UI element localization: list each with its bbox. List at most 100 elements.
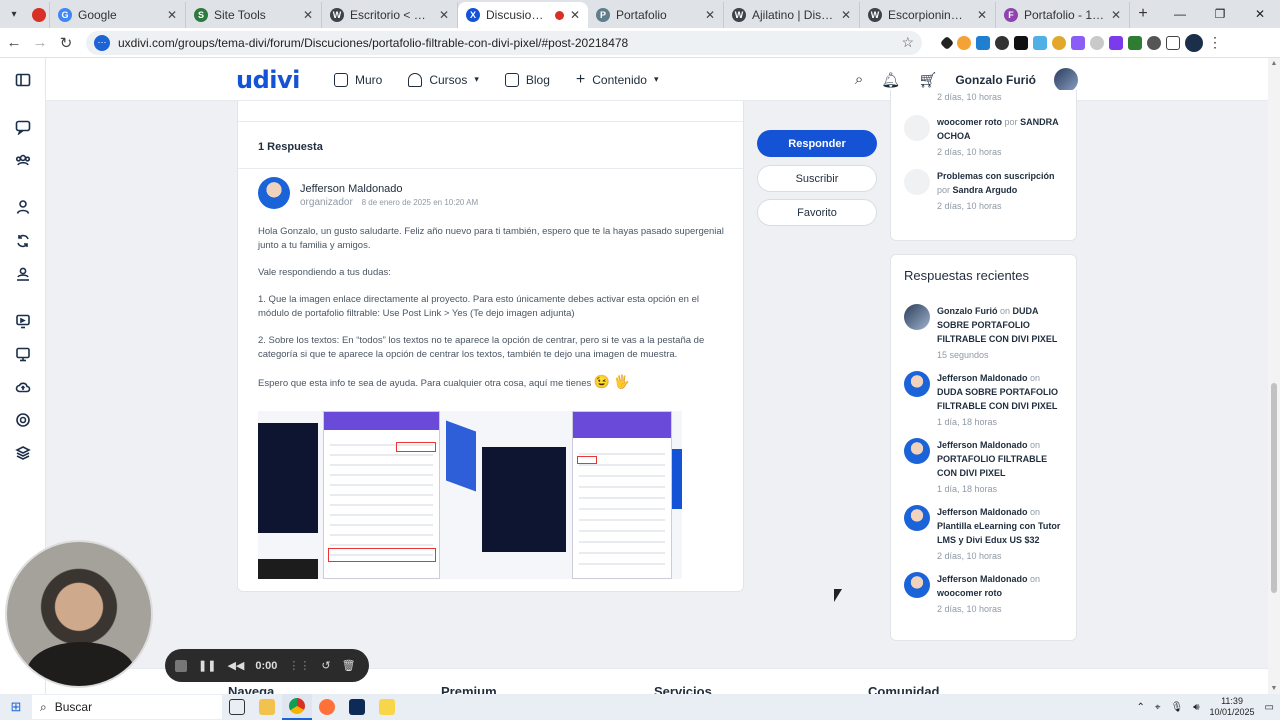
close-window-icon[interactable]: ✕ bbox=[1240, 0, 1280, 28]
task-view-icon[interactable] bbox=[222, 694, 252, 720]
windows-start-icon[interactable]: ⊞ bbox=[0, 699, 32, 715]
extension-icon[interactable] bbox=[1052, 35, 1066, 50]
tab-ajilatino[interactable]: W Ajilatino | Diseño web C ✕ bbox=[724, 2, 860, 28]
menu-item-blog[interactable]: Blog bbox=[504, 72, 550, 87]
close-icon[interactable]: ✕ bbox=[303, 8, 313, 22]
reply-topic[interactable]: DUDA SOBRE PORTAFOLIO FILTRABLE CON DIVI… bbox=[937, 387, 1058, 411]
author-avatar[interactable] bbox=[258, 177, 290, 209]
url-text[interactable]: uxdivi.com/groups/tema-divi/forum/Discuc… bbox=[118, 36, 901, 50]
scroll-down-icon[interactable]: ▼ bbox=[1268, 685, 1280, 692]
photoshop-icon[interactable] bbox=[342, 694, 372, 720]
user-name[interactable]: Gonzalo Furió bbox=[955, 73, 1036, 87]
extension-icon[interactable] bbox=[957, 35, 971, 50]
minimize-icon[interactable]: — bbox=[1160, 0, 1200, 28]
sync-icon[interactable] bbox=[14, 232, 32, 250]
close-icon[interactable]: ✕ bbox=[570, 8, 580, 22]
extension-icon[interactable] bbox=[1071, 35, 1085, 50]
tab-google[interactable]: G Google ✕ bbox=[50, 2, 186, 28]
cart-icon[interactable]: 🛒︎ bbox=[918, 71, 937, 89]
scroll-up-icon[interactable]: ▲ bbox=[1268, 60, 1280, 67]
attachment-settings-panel[interactable] bbox=[323, 411, 440, 579]
reply-author[interactable]: Gonzalo Furió bbox=[937, 306, 998, 316]
more-menu-icon[interactable]: ⋮ bbox=[1208, 34, 1222, 51]
attachment-thumb[interactable] bbox=[482, 447, 566, 552]
extension-icon[interactable] bbox=[1109, 35, 1123, 50]
subscribe-button[interactable]: Suscribir bbox=[757, 165, 877, 192]
bookmark-star-icon[interactable]: ☆ bbox=[901, 34, 914, 51]
extension-icon[interactable] bbox=[1128, 35, 1142, 50]
reply-topic[interactable]: Plantilla eLearning con Tutor LMS y Divi… bbox=[937, 521, 1060, 545]
attachment-thumb[interactable] bbox=[672, 449, 682, 509]
menu-item-cursos[interactable]: Cursos ▾ bbox=[408, 72, 479, 87]
close-icon[interactable]: ✕ bbox=[1111, 8, 1121, 22]
search-icon[interactable]: ⌕ bbox=[855, 71, 863, 88]
user-card-icon[interactable] bbox=[14, 265, 32, 283]
topic-title[interactable]: Problemas con suscripción bbox=[937, 171, 1055, 181]
close-icon[interactable]: ✕ bbox=[167, 8, 177, 22]
tab-site-tools[interactable]: S Site Tools ✕ bbox=[186, 2, 322, 28]
favorite-button[interactable]: Favorito bbox=[757, 199, 877, 226]
tab-escorpion[interactable]: W Escorpioninmobiliaria | D ✕ bbox=[860, 2, 996, 28]
puzzle-extensions-icon[interactable] bbox=[1166, 35, 1180, 50]
author-name[interactable]: Jefferson Maldonado bbox=[300, 183, 403, 195]
stop-record-icon[interactable] bbox=[175, 659, 187, 672]
cloud-upload-icon[interactable] bbox=[14, 378, 32, 396]
chevron-up-icon[interactable]: ⌃ bbox=[1136, 702, 1144, 713]
bell-icon[interactable]: 🔔︎ bbox=[881, 71, 900, 89]
site-info-icon[interactable]: ⋯ bbox=[94, 34, 110, 51]
menu-item-contenido[interactable]: + Contenido ▾ bbox=[576, 71, 659, 87]
address-bar[interactable]: ⋯ uxdivi.com/groups/tema-divi/forum/Disc… bbox=[86, 30, 922, 55]
attachment-thumb[interactable] bbox=[446, 420, 476, 492]
reply-author[interactable]: Jefferson Maldonado bbox=[937, 507, 1028, 517]
back-icon[interactable]: ← bbox=[2, 31, 26, 55]
layers-icon[interactable] bbox=[14, 444, 32, 462]
clock[interactable]: 11:39 10/01/2025 bbox=[1210, 696, 1255, 718]
rewind-icon[interactable]: ◀◀ bbox=[227, 659, 244, 672]
close-icon[interactable]: ✕ bbox=[977, 8, 987, 22]
tab-portafolio[interactable]: P Portafolio ✕ bbox=[588, 2, 724, 28]
menu-item-muro[interactable]: Muro bbox=[334, 72, 382, 87]
speaker-icon[interactable]: 🔊︎ bbox=[1193, 702, 1199, 713]
avatar[interactable] bbox=[1054, 67, 1078, 92]
tab-search-icon[interactable]: ▾ bbox=[0, 0, 28, 28]
pause-icon[interactable]: ❚❚ bbox=[198, 659, 216, 672]
extension-icon[interactable] bbox=[1033, 35, 1047, 50]
new-tab-button[interactable]: + bbox=[1130, 2, 1156, 28]
close-icon[interactable]: ✕ bbox=[841, 8, 851, 22]
udivi-logo[interactable]: udivi bbox=[236, 66, 300, 94]
reply-topic[interactable]: woocomer roto bbox=[937, 588, 1002, 598]
support-icon[interactable] bbox=[14, 411, 32, 429]
reply-author[interactable]: Jefferson Maldonado bbox=[937, 440, 1028, 450]
chrome-taskbar-icon[interactable] bbox=[282, 694, 312, 720]
tab-portafolio-january[interactable]: F Portafolio - 10 January 2 ✕ bbox=[996, 2, 1130, 28]
profile-avatar[interactable] bbox=[1185, 33, 1203, 52]
reply-topic[interactable]: PORTAFOLIO FILTRABLE CON DIVI PIXEL bbox=[937, 454, 1047, 478]
notifications-icon[interactable]: ▭ bbox=[1265, 702, 1274, 713]
mic-icon[interactable]: 🎙︎ bbox=[1170, 702, 1183, 713]
courses-rail-icon[interactable] bbox=[14, 312, 32, 330]
panel-toggle-icon[interactable] bbox=[14, 71, 32, 89]
topic-author[interactable]: Sandra Argudo bbox=[953, 185, 1018, 195]
close-icon[interactable]: ✕ bbox=[439, 8, 449, 22]
restore-icon[interactable]: ❐ bbox=[1200, 0, 1240, 28]
notes-icon[interactable] bbox=[372, 694, 402, 720]
close-icon[interactable]: ✕ bbox=[705, 8, 715, 22]
page-scrollbar[interactable]: ▲ ▼ bbox=[1268, 58, 1280, 694]
reply-button[interactable]: Responder bbox=[757, 130, 877, 157]
attachment-thumb[interactable] bbox=[258, 423, 318, 533]
chat-icon[interactable] bbox=[14, 118, 32, 136]
reply-author[interactable]: Jefferson Maldonado bbox=[937, 373, 1028, 383]
extension-icon[interactable] bbox=[995, 35, 1009, 50]
extension-icon[interactable] bbox=[976, 35, 990, 50]
groups-icon[interactable] bbox=[14, 151, 32, 169]
drag-handle-icon[interactable]: ⋮⋮ bbox=[288, 659, 310, 672]
tab-discusiones[interactable]: X Discusiones | Tema D ✕ bbox=[458, 2, 588, 28]
restart-icon[interactable]: ↺ bbox=[321, 659, 330, 672]
attachment-thumb[interactable] bbox=[258, 559, 318, 579]
tab-escritorio[interactable]: W Escritorio < Diseño web ✕ bbox=[322, 2, 458, 28]
reload-icon[interactable]: ↻ bbox=[54, 31, 78, 55]
file-explorer-icon[interactable] bbox=[252, 694, 282, 720]
extension-icon[interactable] bbox=[1147, 35, 1161, 50]
forward-icon[interactable]: → bbox=[28, 31, 52, 55]
extension-icon[interactable] bbox=[1014, 35, 1028, 50]
